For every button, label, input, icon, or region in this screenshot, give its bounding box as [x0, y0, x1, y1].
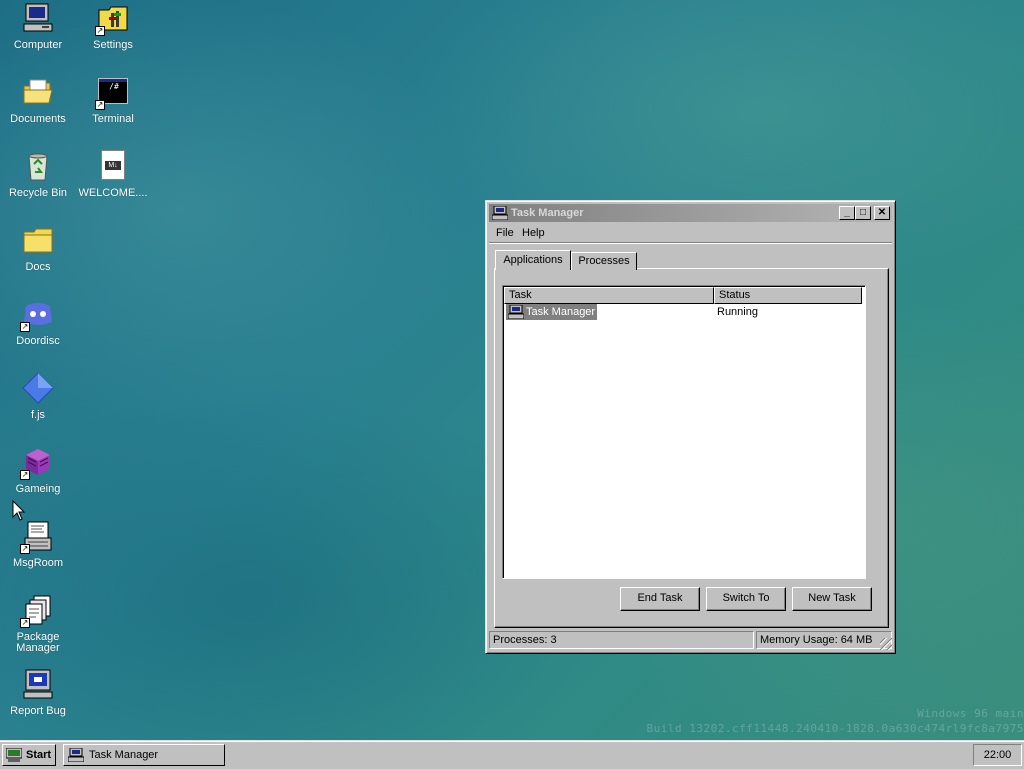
desktop-icon-label: Docs: [0, 262, 76, 273]
title-bar[interactable]: Task Manager _ □ ✕: [489, 204, 892, 222]
task-manager-window[interactable]: Task Manager _ □ ✕ File Help Application…: [485, 200, 896, 654]
folder-open-icon: [22, 76, 54, 108]
tab-processes[interactable]: Processes: [571, 252, 637, 270]
shortcut-arrow-icon: ↗: [95, 26, 105, 36]
desktop-icon-label: Documents: [0, 114, 76, 125]
menu-bar: File Help: [489, 224, 892, 243]
column-header-status[interactable]: Status: [714, 287, 862, 304]
doordisc-icon: ↗: [22, 298, 54, 330]
desktop-icon-doordisc[interactable]: ↗ Doordisc: [0, 298, 76, 347]
desktop-icon-fjs[interactable]: f.js: [0, 372, 76, 421]
desktop-icon-settings[interactable]: ↗ Settings: [75, 2, 151, 51]
start-button[interactable]: Start: [2, 744, 56, 766]
start-label: Start: [26, 745, 51, 765]
task-cell[interactable]: Task Manager: [506, 304, 597, 320]
minimize-button[interactable]: _: [839, 206, 855, 220]
shortcut-arrow-icon: ↗: [95, 100, 105, 110]
menu-file[interactable]: File: [496, 227, 514, 239]
desktop-icon-label: Gameing: [0, 484, 76, 495]
desktop-icon-label: Report Bug: [0, 706, 76, 717]
desktop-icon-documents[interactable]: Documents: [0, 76, 76, 125]
task-manager-icon: [492, 206, 508, 220]
task-list[interactable]: Task Status Task Manager Running: [502, 285, 866, 579]
markdown-file-icon: M↓: [97, 150, 129, 182]
task-manager-icon: [508, 305, 524, 319]
close-button[interactable]: ✕: [874, 206, 890, 220]
computer-icon: [22, 2, 54, 34]
desktop-icon-label: Recycle Bin: [0, 188, 76, 199]
new-task-button[interactable]: New Task: [792, 587, 872, 611]
desktop-icon-label: WELCOME....: [75, 188, 151, 199]
status-processes: Processes: 3: [489, 631, 754, 649]
shortcut-arrow-icon: ↗: [20, 618, 30, 628]
desktop-icon-label: Settings: [75, 40, 151, 51]
maximize-button[interactable]: □: [855, 206, 871, 220]
taskbar: Start Task Manager 22:00: [0, 740, 1024, 769]
desktop-icon-welcome[interactable]: M↓ WELCOME....: [75, 150, 151, 199]
terminal-icon: /# ↗: [97, 76, 129, 108]
task-name: Task Manager: [526, 306, 595, 318]
desktop-icon-label: Package Manager: [0, 632, 76, 654]
desktop-icon-docs[interactable]: Docs: [0, 224, 76, 273]
report-bug-icon: [22, 668, 54, 700]
mouse-cursor-icon: [12, 500, 26, 522]
msgroom-icon: ↗: [22, 520, 54, 552]
settings-icon: ↗: [97, 2, 129, 34]
task-manager-icon: [68, 748, 84, 762]
desktop-icon-msgroom[interactable]: ↗ MsgRoom: [0, 520, 76, 569]
diamond-icon: [22, 372, 54, 404]
folder-icon: [22, 224, 54, 256]
desktop-icon-computer[interactable]: Computer: [0, 2, 76, 51]
watermark-line: Windows 96 main: [647, 706, 1024, 721]
shortcut-arrow-icon: ↗: [20, 544, 30, 554]
game-cube-icon: ↗: [22, 446, 54, 478]
start-logo-icon: [6, 748, 22, 762]
recycle-bin-icon: [22, 150, 54, 182]
watermark-line: Build 13202.cff11448.240410-1828.0a630c4…: [647, 721, 1024, 736]
system-tray-clock[interactable]: 22:00: [973, 744, 1022, 766]
shortcut-arrow-icon: ↗: [20, 470, 30, 480]
taskbar-item-task-manager[interactable]: Task Manager: [63, 744, 225, 766]
table-row[interactable]: Task Manager Running: [505, 304, 863, 320]
desktop-icon-label: Terminal: [75, 114, 151, 125]
terminal-prompt: /#: [99, 82, 127, 91]
desktop-icon-terminal[interactable]: /# ↗ Terminal: [75, 76, 151, 125]
desktop-icon-label: Computer: [0, 40, 76, 51]
taskbar-item-label: Task Manager: [89, 745, 158, 765]
desktop-icon-label: f.js: [0, 410, 76, 421]
window-title: Task Manager: [511, 207, 584, 219]
desktop-icon-label: Doordisc: [0, 336, 76, 347]
package-manager-icon: ↗: [22, 594, 54, 626]
tab-applications[interactable]: Applications: [495, 250, 571, 270]
status-memory: Memory Usage: 64 MB: [756, 631, 892, 649]
markdown-badge: M↓: [105, 161, 121, 170]
desktop-icon-gameing[interactable]: ↗ Gameing: [0, 446, 76, 495]
switch-to-button[interactable]: Switch To: [706, 587, 786, 611]
column-header-task[interactable]: Task: [504, 287, 714, 304]
desktop-icon-label: MsgRoom: [0, 558, 76, 569]
desktop-icon-recycle-bin[interactable]: Recycle Bin: [0, 150, 76, 199]
end-task-button[interactable]: End Task: [620, 587, 700, 611]
build-watermark: Windows 96 main Build 13202.cff11448.240…: [647, 706, 1024, 736]
shortcut-arrow-icon: ↗: [20, 322, 30, 332]
desktop-icon-report-bug[interactable]: Report Bug: [0, 668, 76, 717]
resize-grip[interactable]: [880, 638, 892, 650]
menu-help[interactable]: Help: [522, 227, 545, 239]
desktop-icon-package-manager[interactable]: ↗ Package Manager: [0, 594, 76, 654]
task-status: Running: [717, 304, 758, 320]
